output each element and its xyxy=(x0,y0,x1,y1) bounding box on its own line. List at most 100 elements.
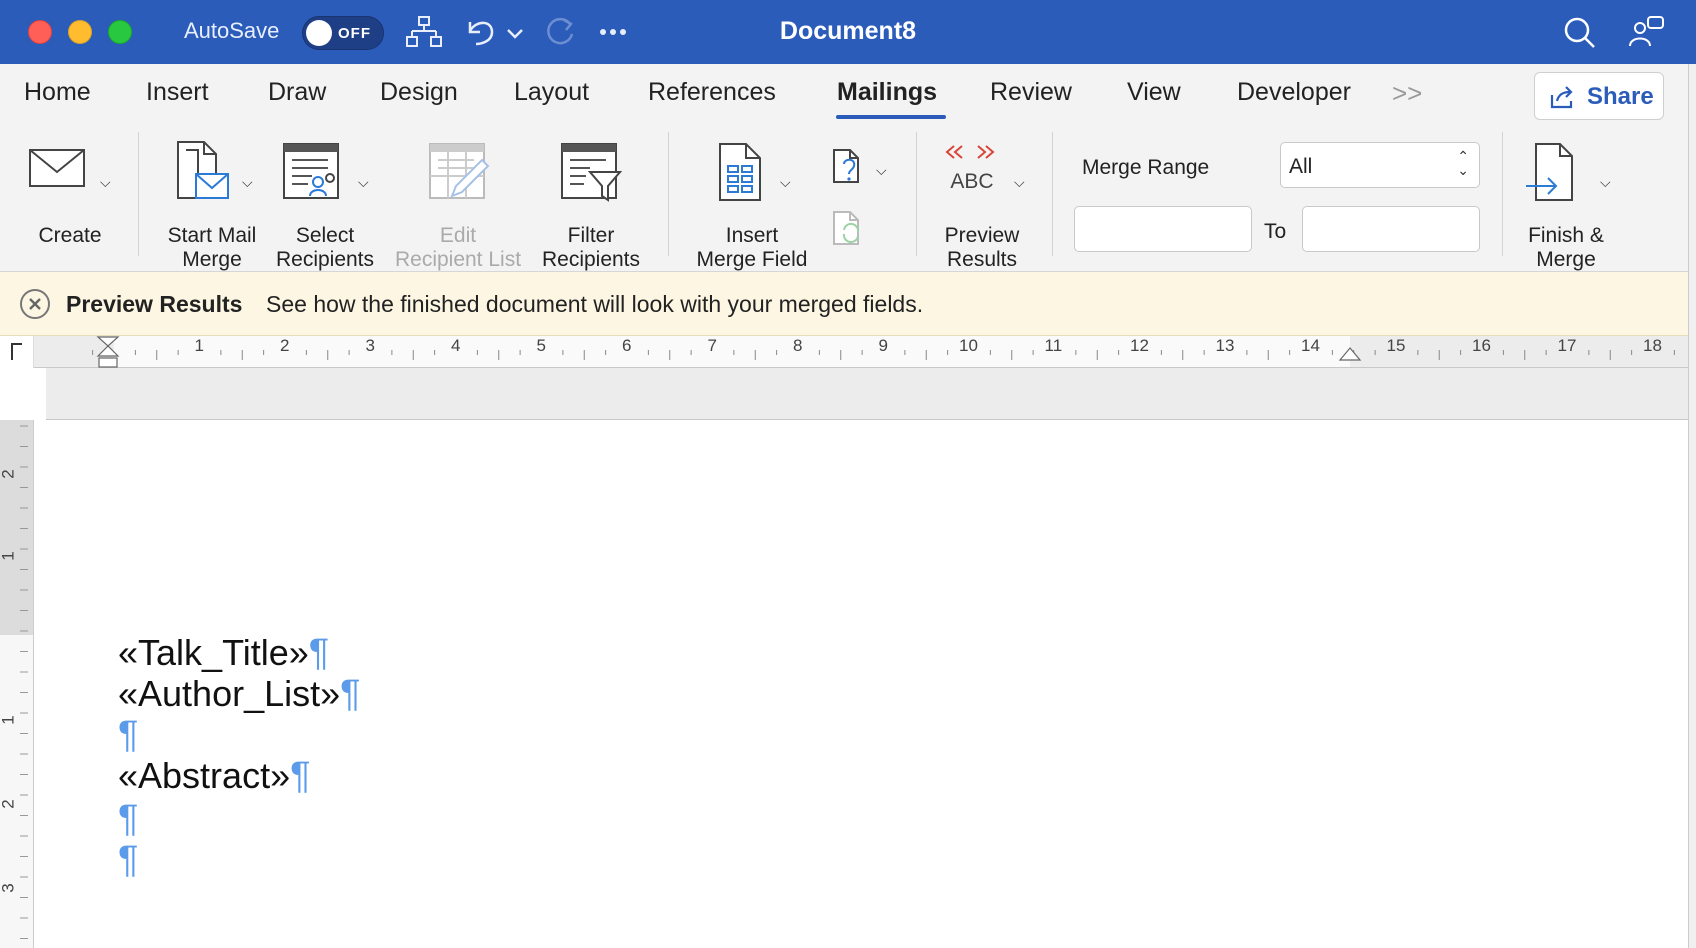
empty-paragraph[interactable]: ¶ xyxy=(118,714,138,757)
finish-merge-button[interactable]: ⌵ Finish & Merge xyxy=(1516,140,1616,271)
vruler-number: 1 xyxy=(0,715,18,725)
tab-mailings[interactable]: Mailings xyxy=(837,78,937,107)
start-mail-merge-button[interactable]: ⌵ Start Mail Merge xyxy=(156,140,268,271)
ruler-number: 11 xyxy=(1044,336,1063,355)
share-button[interactable]: Share xyxy=(1534,72,1664,120)
field-text: «Abstract» xyxy=(118,755,291,796)
share-icon xyxy=(1550,86,1573,109)
merge-range-to-input[interactable] xyxy=(1302,206,1480,252)
more-tabs-icon[interactable]: >> xyxy=(1392,78,1422,109)
vertical-ruler-ticks xyxy=(20,425,28,939)
merge-range-from-input[interactable] xyxy=(1074,206,1252,252)
merge-field-talk-title[interactable]: «Talk_Title»¶ xyxy=(118,632,329,675)
page-top-margin xyxy=(46,368,1688,420)
ribbon-separator xyxy=(138,132,139,256)
finish-merge-chevron-icon: ⌵ xyxy=(1600,174,1611,190)
tab-insert[interactable]: Insert xyxy=(146,78,209,107)
finish-merge-icon xyxy=(1526,143,1573,201)
active-tab-indicator xyxy=(836,115,946,119)
ruler-number: 4 xyxy=(451,336,461,355)
empty-paragraph[interactable]: ¶ xyxy=(118,839,138,882)
right-indent-marker[interactable] xyxy=(1338,346,1362,368)
tab-layout[interactable]: Layout xyxy=(514,78,589,107)
document-title: Document8 xyxy=(779,17,917,45)
vertical-ruler[interactable]: 2 1 1 2 3 xyxy=(0,420,34,948)
merge-range-select[interactable]: All ⌃ ⌄ xyxy=(1280,142,1480,188)
ruler-number: 9 xyxy=(878,336,888,355)
tab-draw[interactable]: Draw xyxy=(268,78,326,107)
collaboration-icon[interactable] xyxy=(1626,14,1666,50)
ribbon-separator xyxy=(1502,132,1503,256)
merge-field-abstract[interactable]: «Abstract»¶ xyxy=(118,755,311,798)
start-mail-merge-chevron-icon: ⌵ xyxy=(242,174,253,190)
tab-design[interactable]: Design xyxy=(380,78,458,107)
ruler-number: 18 xyxy=(1643,336,1662,355)
ruler-number: 17 xyxy=(1557,336,1577,355)
select-recipients-label-2: Recipients xyxy=(275,248,375,271)
select-stepper-icon: ⌃ ⌄ xyxy=(1457,148,1469,178)
vruler-number: 2 xyxy=(0,469,18,479)
infobar-message: See how the finished document will look … xyxy=(266,291,924,317)
merge-range-value: All xyxy=(1289,155,1313,178)
update-labels-icon xyxy=(833,211,860,245)
tab-developer[interactable]: Developer xyxy=(1237,78,1351,107)
envelope-icon xyxy=(29,149,85,187)
ruler-number: 13 xyxy=(1215,336,1235,355)
ruler-number: 1 xyxy=(194,336,204,355)
preview-results-infobar: Preview Results See how the finished doc… xyxy=(0,272,1696,336)
horizontal-ruler[interactable]: 1 2 3 4 5 6 7 8 9 10 11 12 13 14 15 16 17 18 xyxy=(34,336,1688,368)
insert-merge-field-chevron-icon: ⌵ xyxy=(780,174,791,190)
paragraph-mark: ¶ xyxy=(118,839,139,881)
ruler-number: 2 xyxy=(280,336,290,355)
paragraph-mark: ¶ xyxy=(118,798,139,840)
ruler-number: 3 xyxy=(365,336,375,355)
insert-merge-field-label-2: Merge Field xyxy=(696,248,808,271)
search-icon[interactable] xyxy=(1560,14,1600,50)
rules-button[interactable]: ⌵ xyxy=(830,146,900,190)
ruler-number: 7 xyxy=(707,336,717,355)
window-right-edge xyxy=(1688,64,1696,948)
tab-view[interactable]: View xyxy=(1127,78,1181,107)
rules-icon xyxy=(833,149,859,183)
edit-recipient-list-button[interactable]: Edit Recipient List xyxy=(388,140,528,271)
merge-range-to-label: To xyxy=(1264,220,1287,243)
filter-recipients-button[interactable]: Filter Recipients xyxy=(534,140,648,271)
filter-recipients-label-2: Recipients xyxy=(541,248,641,271)
insert-merge-field-icon xyxy=(719,143,761,201)
tab-selector[interactable] xyxy=(0,336,34,368)
merge-field-arrows-icon xyxy=(945,145,995,159)
paragraph-mark: ¶ xyxy=(118,714,139,756)
start-mail-merge-label-2: Merge xyxy=(182,248,242,271)
insert-merge-field-button[interactable]: ⌵ Insert Merge Field xyxy=(690,140,814,271)
preview-results-chevron-icon: ⌵ xyxy=(1014,174,1025,190)
select-recipients-button[interactable]: ⌵ Select Recipients xyxy=(270,140,380,271)
ruler-number: 10 xyxy=(959,336,978,355)
filter-recipients-icon xyxy=(561,143,622,202)
merge-field-author-list[interactable]: «Author_List»¶ xyxy=(118,673,361,716)
ruler-number: 14 xyxy=(1301,336,1320,355)
ribbon-separator xyxy=(916,132,917,256)
paragraph-mark: ¶ xyxy=(290,755,311,797)
first-line-indent-marker[interactable] xyxy=(96,336,120,368)
filter-recipients-label-1: Filter xyxy=(567,224,615,247)
start-mail-merge-icon xyxy=(177,141,229,199)
merge-range-label: Merge Range xyxy=(1082,156,1210,179)
mailings-ribbon: ⌵ Create ⌵ Start Mail Merge ⌵ Select Rec… xyxy=(0,126,1696,272)
tab-review[interactable]: Review xyxy=(990,78,1072,107)
empty-paragraph[interactable]: ¶ xyxy=(118,798,138,841)
preview-results-button[interactable]: ABC ⌵ Preview Results xyxy=(932,140,1032,271)
ribbon-separator xyxy=(1052,132,1053,256)
dismiss-infobar-button[interactable] xyxy=(20,289,50,319)
tab-references[interactable]: References xyxy=(648,78,776,107)
field-text: «Talk_Title» xyxy=(118,632,309,673)
create-button[interactable]: ⌵ Create xyxy=(20,140,120,260)
ruler-number: 5 xyxy=(536,336,546,355)
ruler-number: 12 xyxy=(1130,336,1149,355)
left-tab-icon xyxy=(11,343,22,360)
infobar-title: Preview Results xyxy=(66,291,243,317)
tab-home[interactable]: Home xyxy=(24,78,91,107)
finish-merge-label-2: Merge xyxy=(1536,248,1596,271)
vruler-number: 3 xyxy=(0,883,18,893)
update-labels-button[interactable] xyxy=(830,208,874,252)
title-bar: AutoSave OFF Document8 xyxy=(0,0,1696,64)
